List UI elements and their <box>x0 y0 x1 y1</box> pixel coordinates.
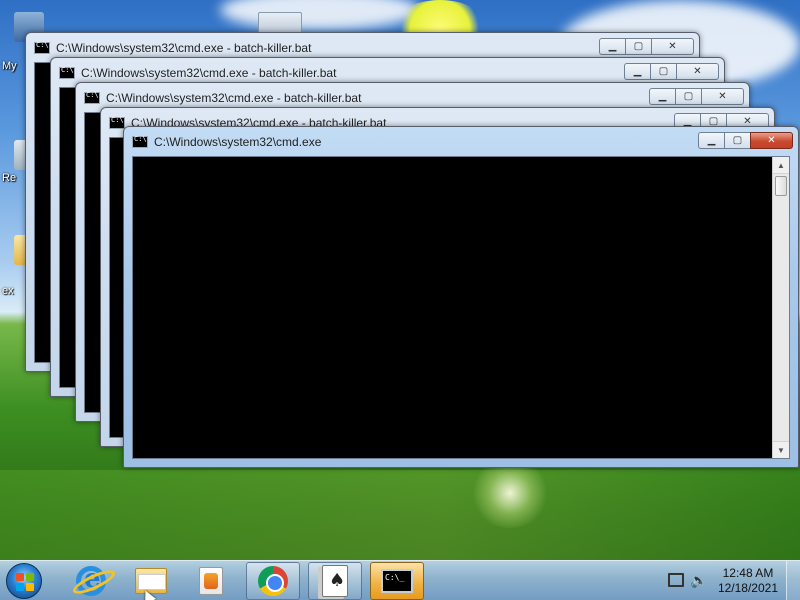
window-title: C:\Windows\system32\cmd.exe - batch-kill… <box>106 91 362 105</box>
window-title: C:\Windows\system32\cmd.exe - batch-kill… <box>56 41 312 55</box>
wallpaper-hill <box>0 470 800 565</box>
vertical-scrollbar[interactable]: ▲ ▼ <box>772 157 789 458</box>
desktop-icon-label: My <box>2 60 17 72</box>
chrome-icon <box>258 566 288 596</box>
windows-logo-icon <box>16 573 34 591</box>
taskbar-media-player[interactable] <box>184 562 238 600</box>
command-prompt-icon <box>84 91 100 104</box>
command-prompt-icon <box>381 569 413 593</box>
start-button[interactable] <box>6 563 42 599</box>
window-controls: ▁ ▢ ✕ <box>649 88 744 105</box>
window-controls: ▁ ▢ ✕ <box>599 38 694 55</box>
maximize-button[interactable]: ▢ <box>675 88 701 105</box>
volume-icon[interactable]: 🔈 <box>690 573 707 589</box>
taskbar-solitaire[interactable] <box>308 562 362 600</box>
console-output[interactable]: ▲ ▼ <box>132 156 790 459</box>
close-button[interactable]: ✕ <box>676 63 719 80</box>
internet-explorer-icon <box>76 564 106 596</box>
network-icon[interactable] <box>668 573 684 587</box>
minimize-button[interactable]: ▁ <box>698 132 724 149</box>
close-button[interactable]: ✕ <box>750 132 793 149</box>
minimize-button[interactable]: ▁ <box>624 63 650 80</box>
scroll-up-arrow-icon[interactable]: ▲ <box>773 157 789 174</box>
title-bar[interactable]: C:\Windows\system32\cmd.exe - batch-kill… <box>34 39 599 57</box>
system-tray: 🔈 12:48 AM 12/18/2021 <box>660 561 800 600</box>
taskbar-chrome[interactable] <box>246 562 300 600</box>
desktop-icon-label: ex <box>2 285 14 297</box>
minimize-button[interactable]: ▁ <box>599 38 625 55</box>
clock-time: 12:48 AM <box>722 566 774 580</box>
window-controls: ▁ ▢ ✕ <box>698 132 793 149</box>
title-bar[interactable]: C:\Windows\system32\cmd.exe - batch-kill… <box>59 64 624 82</box>
scroll-down-arrow-icon[interactable]: ▼ <box>773 441 789 458</box>
window-title: C:\Windows\system32\cmd.exe - batch-kill… <box>81 66 337 80</box>
show-desktop-button[interactable] <box>786 561 800 600</box>
taskbar-command-prompt[interactable] <box>370 562 424 600</box>
title-bar[interactable]: C:\Windows\system32\cmd.exe <box>132 133 698 151</box>
maximize-button[interactable]: ▢ <box>650 63 676 80</box>
close-button[interactable]: ✕ <box>701 88 744 105</box>
maximize-button[interactable]: ▢ <box>625 38 651 55</box>
taskbar-internet-explorer[interactable] <box>64 562 118 600</box>
active-console-window[interactable]: C:\Windows\system32\cmd.exe ▁ ▢ ✕ ▲ ▼ <box>123 126 799 468</box>
command-prompt-icon <box>109 116 125 129</box>
command-prompt-icon <box>34 41 50 54</box>
window-title: C:\Windows\system32\cmd.exe <box>154 135 322 149</box>
desktop-icon-label: Re <box>2 172 17 184</box>
wallpaper-cloud <box>220 0 420 30</box>
close-button[interactable]: ✕ <box>651 38 694 55</box>
clock-date: 12/18/2021 <box>717 581 778 595</box>
maximize-button[interactable]: ▢ <box>724 132 750 149</box>
media-player-icon <box>199 567 223 595</box>
minimize-button[interactable]: ▁ <box>649 88 675 105</box>
taskbar: 🔈 12:48 AM 12/18/2021 <box>0 560 800 600</box>
command-prompt-icon <box>132 135 148 148</box>
clock[interactable]: 12:48 AM 12/18/2021 <box>718 566 778 596</box>
solitaire-icon <box>322 565 348 597</box>
wallpaper-light-flare <box>470 458 550 528</box>
title-bar[interactable]: C:\Windows\system32\cmd.exe - batch-kill… <box>84 89 649 107</box>
window-controls: ▁ ▢ ✕ <box>624 63 719 80</box>
command-prompt-icon <box>59 66 75 79</box>
scroll-thumb[interactable] <box>775 176 787 196</box>
